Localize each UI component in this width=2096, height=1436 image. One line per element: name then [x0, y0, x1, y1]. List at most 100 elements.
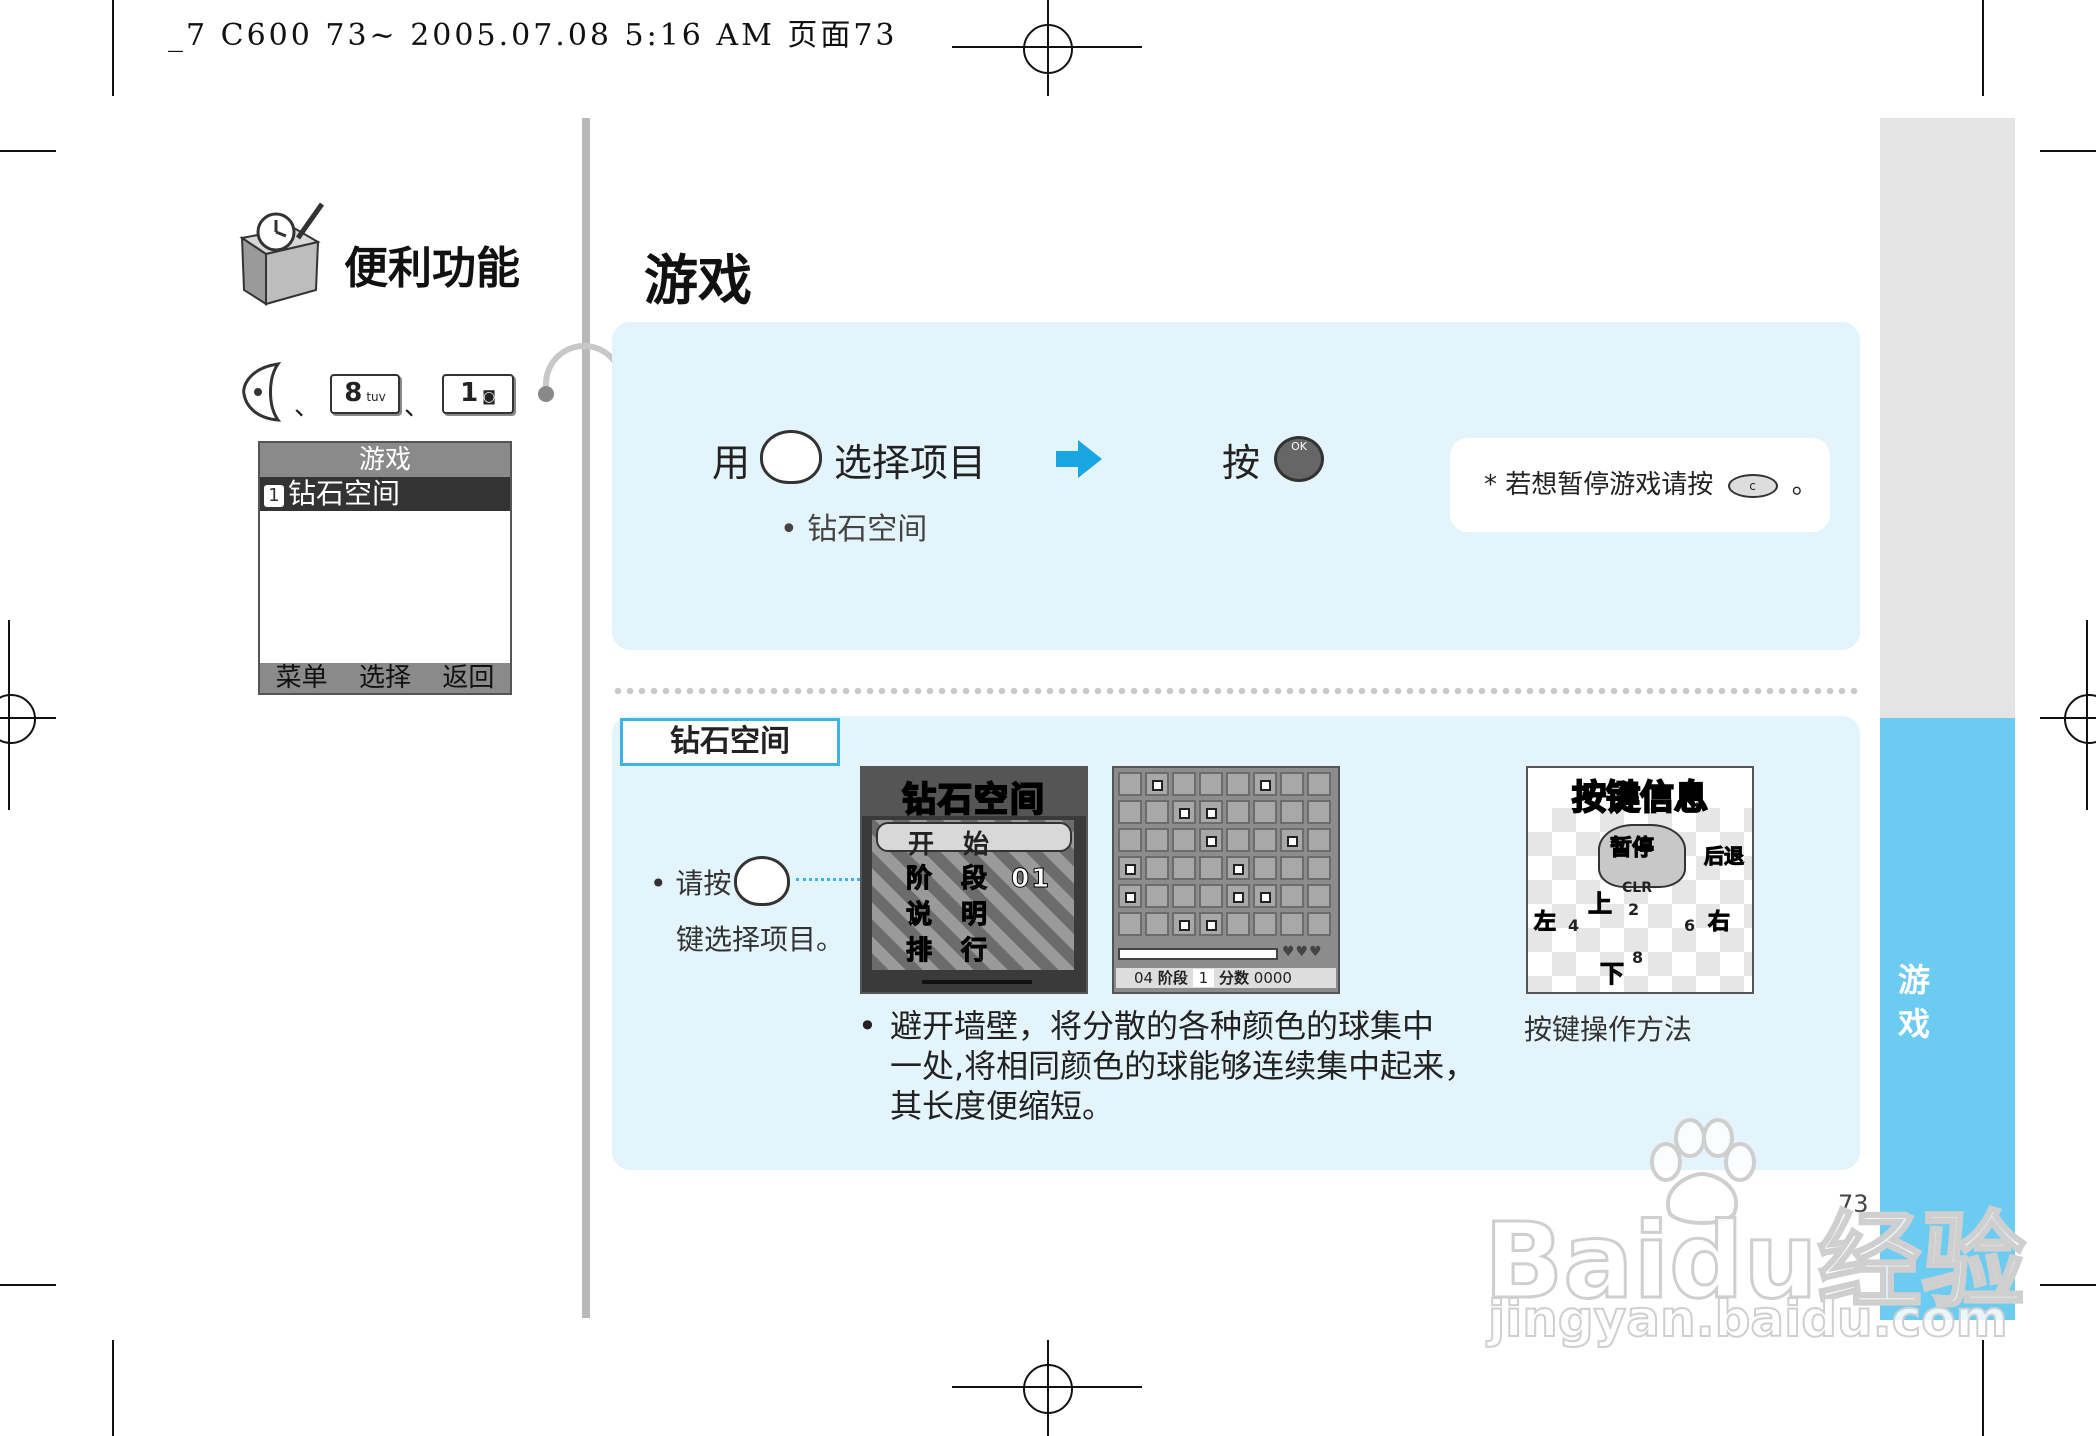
softkey-menu[interactable]: 菜单: [276, 663, 328, 693]
ball: [1206, 808, 1217, 819]
grid-cell: [1145, 800, 1169, 824]
hud-item: 04: [1134, 969, 1154, 987]
pause-note-text: * 若想暂停游戏请按: [1484, 470, 1714, 500]
key-label: 左: [1533, 910, 1557, 936]
key-8-button: 8 tuv: [330, 374, 400, 414]
grid-cell: [1172, 856, 1196, 880]
game-title: 钻石空间: [901, 779, 1046, 821]
nav-key-icon: [760, 430, 822, 484]
key-caption: 按键操作方法: [1524, 1013, 1693, 1046]
grid-cell: [1307, 800, 1331, 824]
game-title-screenshot: 钻石空间 开 始 阶 段 01 说 明 排 行: [860, 766, 1088, 994]
section-title: 便利功能: [344, 243, 520, 294]
grid-cell: [1226, 772, 1250, 796]
option-label: 钻石空间: [807, 512, 928, 547]
pause-note: * 若想暂停游戏请按 c 。: [1450, 438, 1830, 532]
game-play-screenshot: ♥♥♥ 04 阶段 1 分数 0000: [1112, 766, 1340, 994]
ball: [1287, 836, 1298, 847]
grid-cell: [1253, 800, 1277, 824]
grid-cell: [1253, 856, 1277, 880]
grid-cell: [1307, 912, 1331, 936]
ball: [1260, 780, 1271, 791]
progress-bar: [1118, 948, 1278, 960]
key-label: 上: [1588, 890, 1613, 919]
key-label: 后退: [1704, 844, 1745, 869]
step-select-text: 选择项目: [834, 441, 987, 485]
menu-start[interactable]: 开 始: [876, 822, 1072, 860]
registration-mark: [1023, 24, 1073, 74]
key-label: 下: [1600, 960, 1625, 989]
game-description: 避开墙壁，将分散的各种颜色的球集中 一处,将相同颜色的球能够连续集中起来， 其长…: [890, 1006, 1476, 1126]
lives-icon: ♥♥♥: [1282, 944, 1323, 960]
toolbox-icon: [232, 198, 328, 308]
game-grid: [1118, 772, 1334, 940]
key-label: 右: [1707, 910, 1731, 936]
grid-cell: [1307, 884, 1331, 908]
ok-key-icon: OK: [1274, 436, 1324, 482]
dotted-divider: [612, 686, 1860, 696]
softkey-bar: 菜单 选择 返回: [260, 663, 510, 693]
item-label: 钻石空间: [288, 477, 401, 510]
crop-mark: [112, 1340, 114, 1436]
hud-item: 阶段: [1157, 969, 1188, 987]
key-label: 4: [1568, 916, 1580, 935]
key-1-button: 1 ◙: [442, 374, 514, 414]
grid-cell: [1199, 856, 1223, 880]
key-info-screenshot: 按键信息 暂停 后退 CLR 上 2 左 4 6 右 下 8: [1526, 766, 1754, 994]
crop-mark: [0, 150, 56, 152]
softkey-back[interactable]: 返回: [442, 663, 494, 693]
ball: [1152, 780, 1163, 791]
key-label: 暂停: [1609, 836, 1655, 862]
item-number: 1: [264, 485, 284, 507]
press-suffix: 键选择项目。: [676, 923, 845, 956]
grid-cell: [1145, 856, 1169, 880]
watermark-url: jingyan.baidu.com: [1487, 1289, 2009, 1349]
grid-cell: [1118, 828, 1142, 852]
hud-bar: 04 阶段 1 分数 0000: [1116, 968, 1336, 988]
grid-cell: [1226, 800, 1250, 824]
ball: [1206, 836, 1217, 847]
menu-stage[interactable]: 阶 段 01: [876, 858, 1072, 895]
grid-cell: [1118, 800, 1142, 824]
side-tab-gray: [1880, 118, 2015, 718]
nav-key-icon: [734, 856, 790, 906]
grid-cell: [1307, 828, 1331, 852]
pause-note-end: 。: [1791, 470, 1818, 500]
registration-mark: [1023, 1364, 1073, 1414]
softkey-select[interactable]: 选择: [359, 663, 411, 693]
grid-cell: [1307, 856, 1331, 880]
menu-ranking[interactable]: 排 行: [876, 930, 1072, 967]
grid-cell: [1280, 800, 1304, 824]
registration-mark: [0, 694, 36, 744]
grid-cell: [1226, 912, 1250, 936]
key-label: 8: [1632, 948, 1644, 967]
press-prefix: 请按: [675, 867, 732, 900]
ball: [1233, 864, 1244, 875]
grid-cell: [1172, 828, 1196, 852]
crop-mark: [0, 1284, 56, 1286]
grid-cell: [1145, 912, 1169, 936]
grid-cell: [1280, 856, 1304, 880]
side-tab-label: 游戏: [1898, 961, 1931, 1043]
step-press-text: 按: [1222, 441, 1261, 485]
grid-cell: [1118, 772, 1142, 796]
description-line: 避开墙壁，将分散的各种颜色的球集中: [890, 1007, 1435, 1045]
key-label: CLR: [1622, 880, 1652, 896]
phone-selected-item[interactable]: 1 钻石空间: [260, 477, 510, 511]
key-1-label: 1: [460, 378, 479, 408]
grid-cell: [1280, 912, 1304, 936]
grid-cell: [1145, 828, 1169, 852]
grid-cell: [1199, 884, 1223, 908]
arrow-right-icon: [1056, 440, 1102, 478]
crop-mark: [112, 0, 114, 96]
press-instruction: • 请按: [650, 867, 732, 900]
key-8-sublabel: tuv: [366, 390, 386, 404]
menu-stage-label: 阶 段: [905, 864, 998, 895]
menu-help[interactable]: 说 明: [876, 894, 1072, 931]
crop-mark: [1982, 1340, 1984, 1436]
menu-key-icon: [238, 362, 286, 422]
ball: [1125, 864, 1136, 875]
description-line: 其长度便缩短。: [890, 1087, 1115, 1125]
ball: [1125, 892, 1136, 903]
game-tag: 钻石空间: [620, 718, 840, 766]
